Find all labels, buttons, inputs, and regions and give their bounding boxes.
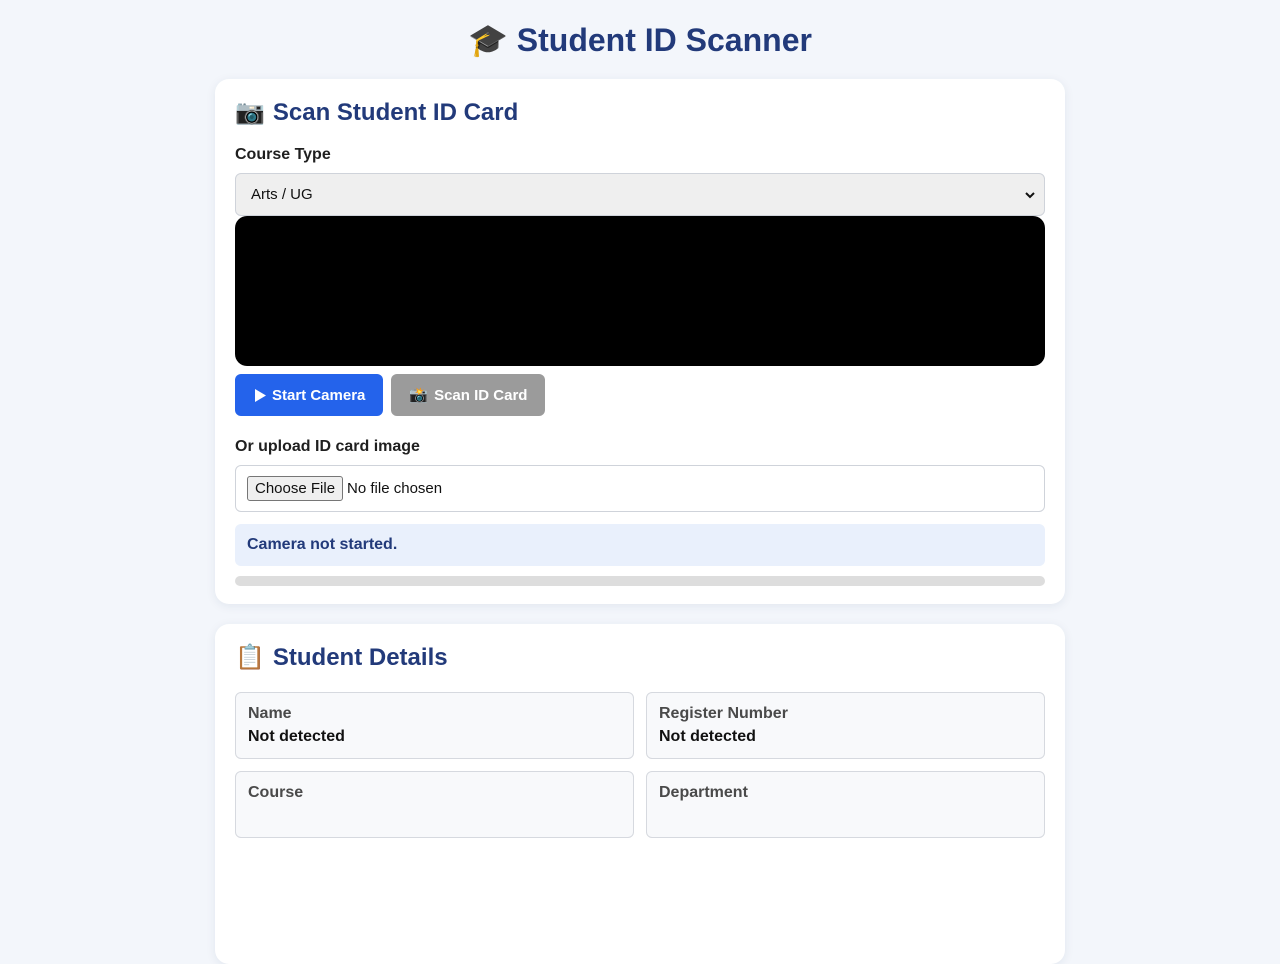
scan-card-title-text: Scan Student ID Card <box>272 99 519 126</box>
detail-value: Not detected <box>248 728 345 745</box>
status-message: Camera not started. <box>235 524 1045 566</box>
page-title-text: Student ID Scanner <box>516 22 812 58</box>
graduation-cap-icon: 🎓 <box>468 22 508 58</box>
details-card-title: 📋 Student Details <box>235 644 1045 672</box>
file-upload-input[interactable]: Choose File No file chosen <box>235 465 1045 512</box>
detail-label: Course <box>248 784 304 801</box>
start-camera-label: Start Camera <box>272 386 366 404</box>
detail-department: Department <box>646 771 1045 838</box>
details-card-title-text: Student Details <box>272 644 448 671</box>
upload-label: Or upload ID card image <box>235 438 420 455</box>
start-camera-button[interactable]: Start Camera <box>235 374 384 416</box>
scan-id-card-button[interactable]: 📸 Scan ID Card <box>391 374 546 416</box>
detail-label: Department <box>659 784 748 801</box>
details-grid: Name Not detected Register Number Not de… <box>235 692 1045 838</box>
detail-course: Course <box>235 771 634 838</box>
chevron-down-icon <box>1024 189 1036 201</box>
scan-id-card-label: Scan ID Card <box>434 386 528 404</box>
detail-name: Name Not detected <box>235 692 634 759</box>
camera-flash-icon: 📸 <box>409 387 429 404</box>
detail-label: Name <box>248 705 292 722</box>
course-type-selected-value: Arts / UG <box>251 186 313 203</box>
detail-register-number: Register Number Not detected <box>646 692 1045 759</box>
detail-value: Not detected <box>659 728 756 745</box>
detail-label: Register Number <box>659 705 788 722</box>
camera-icon: 📷 <box>235 99 265 126</box>
camera-preview <box>235 216 1045 366</box>
play-icon <box>255 388 266 402</box>
scan-progress-bar <box>235 576 1045 586</box>
choose-file-button[interactable]: Choose File <box>247 476 344 501</box>
details-card: 📋 Student Details Name Not detected Regi… <box>215 624 1065 964</box>
course-type-select[interactable]: Arts / UG <box>235 173 1045 216</box>
clipboard-icon: 📋 <box>235 644 265 671</box>
scan-card-title: 📷 Scan Student ID Card <box>235 99 1045 127</box>
camera-controls: Start Camera 📸 Scan ID Card <box>235 374 1045 416</box>
scan-card: 📷 Scan Student ID Card Course Type Arts … <box>215 79 1065 604</box>
file-status-text: No file chosen <box>347 480 443 497</box>
page-title: 🎓 Student ID Scanner <box>0 20 1280 60</box>
course-type-label: Course Type <box>235 146 331 163</box>
